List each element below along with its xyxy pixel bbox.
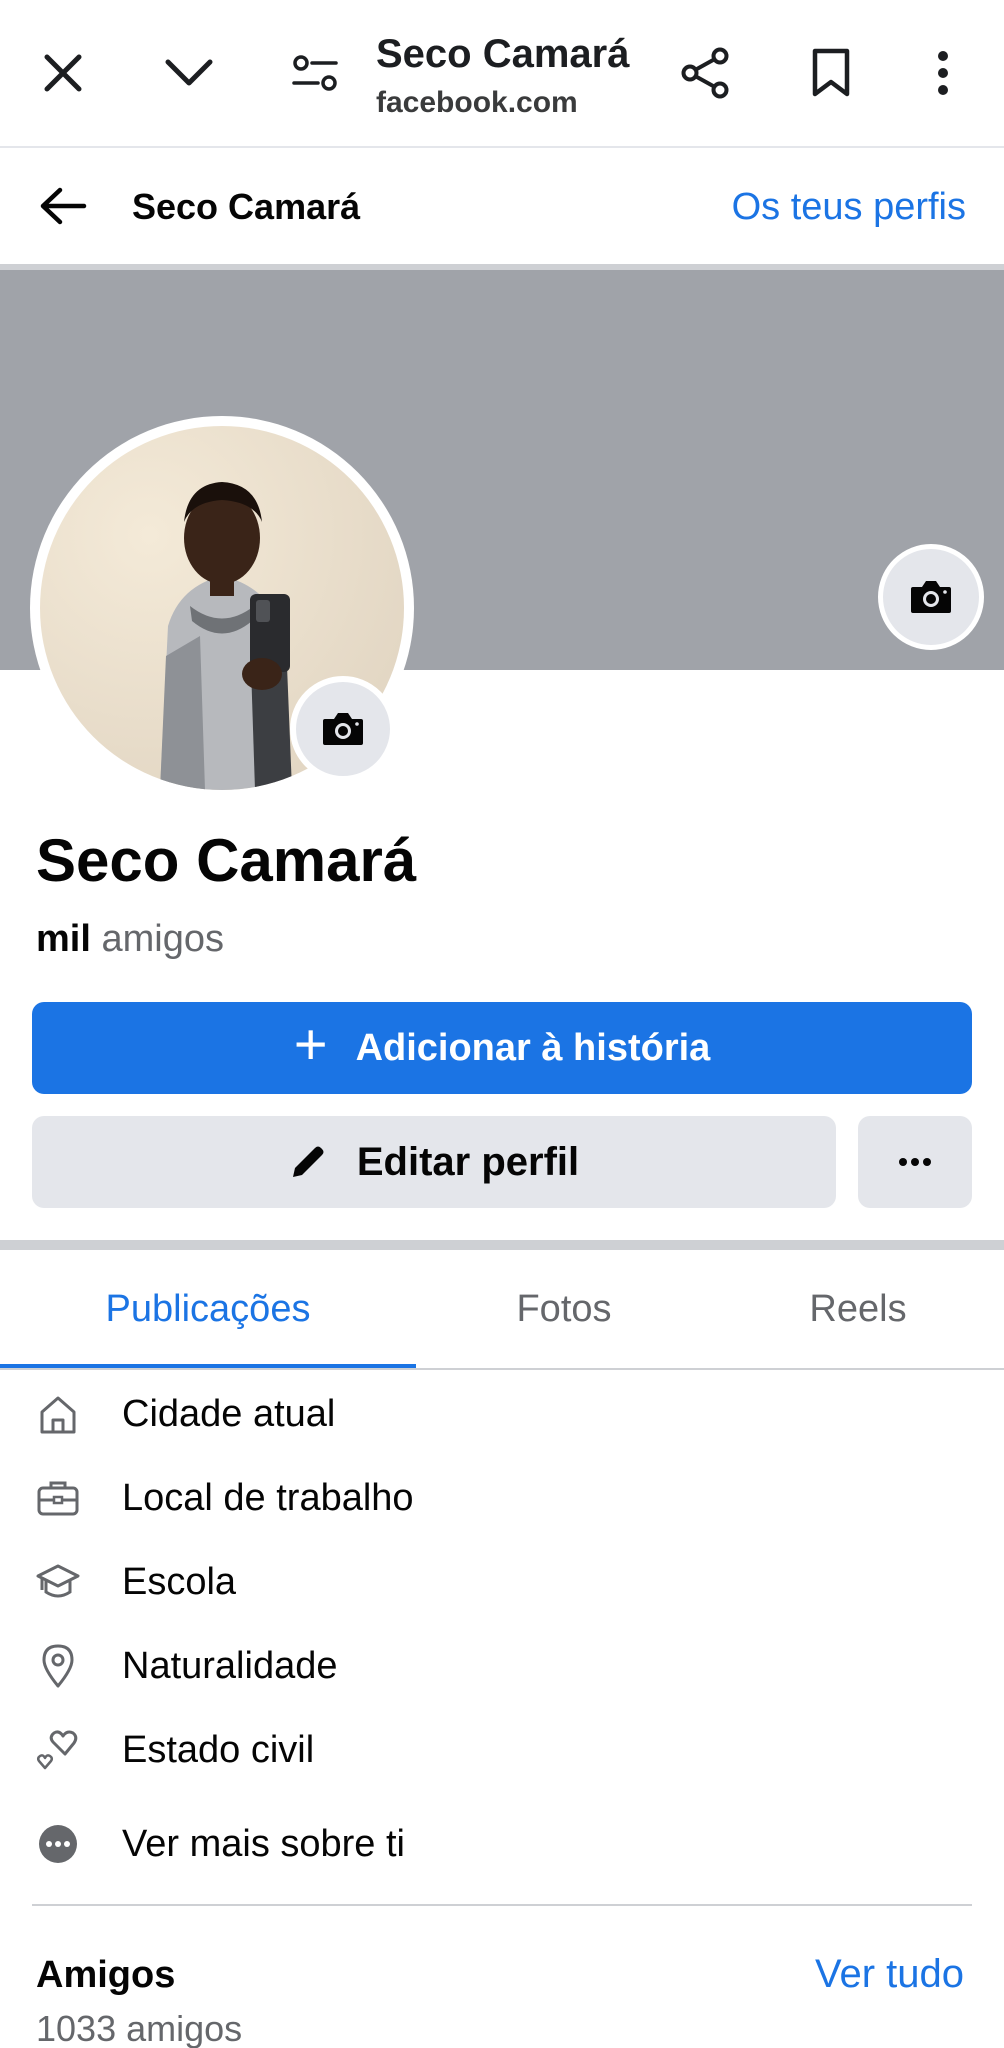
browser-toolbar: Seco Camará facebook.com bbox=[0, 0, 1004, 148]
section-divider bbox=[0, 1240, 1004, 1250]
chevron-down-icon[interactable] bbox=[156, 40, 222, 106]
briefcase-icon bbox=[34, 1474, 82, 1522]
hearts-icon bbox=[34, 1726, 82, 1774]
back-arrow-icon[interactable] bbox=[30, 176, 96, 236]
tune-icon[interactable] bbox=[282, 40, 348, 106]
plus-icon: + bbox=[293, 1012, 328, 1077]
close-icon[interactable] bbox=[30, 40, 96, 106]
more-vert-icon[interactable] bbox=[910, 40, 976, 106]
detail-label: Escola bbox=[122, 1560, 237, 1603]
tab-posts[interactable]: Publicações bbox=[0, 1250, 416, 1368]
graduation-cap-icon bbox=[34, 1558, 82, 1606]
friends-section-title: Amigos bbox=[36, 1954, 176, 1996]
pencil-icon bbox=[292, 1146, 324, 1177]
avatar-camera-button[interactable] bbox=[290, 676, 396, 782]
detail-relationship[interactable]: Estado civil bbox=[0, 1708, 1004, 1792]
detail-label: Ver mais sobre ti bbox=[122, 1822, 405, 1865]
tab-reels[interactable]: Reels bbox=[712, 1250, 1004, 1368]
browser-page-title: Seco Camará bbox=[376, 32, 630, 76]
bookmark-icon[interactable] bbox=[798, 40, 864, 106]
friends-count-bold: mil bbox=[36, 918, 91, 960]
add-to-story-label: Adicionar à história bbox=[355, 1026, 711, 1069]
detail-current-city[interactable]: Cidade atual bbox=[0, 1372, 1004, 1456]
more-horizontal-icon bbox=[899, 1158, 931, 1166]
more-actions-button[interactable] bbox=[858, 1116, 972, 1208]
camera-icon bbox=[323, 713, 363, 745]
detail-hometown[interactable]: Naturalidade bbox=[0, 1624, 1004, 1708]
profile-header: Seco Camará Os teus perfis bbox=[0, 150, 1004, 264]
see-all-friends-link[interactable]: Ver tudo bbox=[815, 1952, 964, 1997]
detail-school[interactable]: Escola bbox=[0, 1540, 1004, 1624]
tab-photos[interactable]: Fotos bbox=[416, 1250, 712, 1368]
browser-url[interactable]: facebook.com bbox=[376, 86, 578, 120]
edit-profile-label: Editar perfil bbox=[356, 1139, 580, 1184]
divider bbox=[32, 1904, 972, 1906]
edit-profile-button[interactable]: Editar perfil bbox=[32, 1116, 836, 1208]
detail-label: Estado civil bbox=[122, 1728, 315, 1771]
profile-name: Seco Camará bbox=[36, 827, 417, 894]
camera-icon bbox=[911, 581, 951, 613]
detail-label: Local de trabalho bbox=[122, 1476, 414, 1519]
your-profiles-link[interactable]: Os teus perfis bbox=[732, 186, 966, 229]
detail-see-more[interactable]: Ver mais sobre ti bbox=[0, 1802, 1004, 1886]
home-icon bbox=[34, 1390, 82, 1438]
profile-tabs: Publicações Fotos Reels bbox=[0, 1250, 1004, 1370]
friends-count: 1033 amigos bbox=[36, 2008, 243, 2048]
header-title: Seco Camará bbox=[132, 186, 361, 227]
location-pin-icon bbox=[34, 1642, 82, 1690]
active-tab-indicator bbox=[0, 1364, 416, 1368]
cover-camera-button[interactable] bbox=[878, 544, 984, 650]
detail-label: Cidade atual bbox=[122, 1392, 336, 1435]
add-to-story-button[interactable]: + Adicionar à história bbox=[32, 1002, 972, 1094]
more-dots-icon bbox=[34, 1820, 82, 1868]
share-icon[interactable] bbox=[672, 40, 738, 106]
detail-label: Naturalidade bbox=[122, 1644, 338, 1687]
friends-summary[interactable]: mil amigos bbox=[36, 918, 224, 961]
detail-workplace[interactable]: Local de trabalho bbox=[0, 1456, 1004, 1540]
friends-suffix: amigos bbox=[90, 918, 224, 960]
